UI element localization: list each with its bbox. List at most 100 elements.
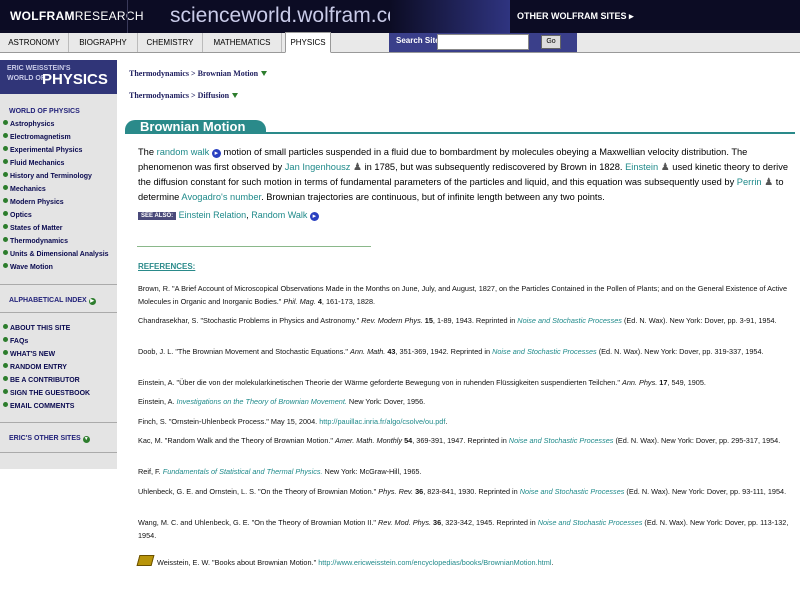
sidebar-link-guestbook[interactable]: SIGN THE GUESTBOOK (3, 389, 90, 397)
search-go-button[interactable]: Go (541, 35, 561, 49)
tab-chemistry[interactable]: CHEMISTRY (138, 33, 203, 52)
ref-text: Chandrasekhar, S. "Stochastic Problems i… (138, 316, 362, 325)
ref-text: Uhlenbeck, G. E. and Ornstein, L. S. "On… (138, 487, 379, 496)
bullet-icon (3, 224, 8, 229)
bullet-icon (3, 198, 8, 203)
tab-mathematics[interactable]: MATHEMATICS (203, 33, 282, 52)
sidebar-link-faqs[interactable]: FAQs (3, 337, 28, 345)
link-einstein-relation[interactable]: Einstein Relation (179, 210, 247, 220)
sidebar-link-label: WHAT'S NEW (10, 351, 56, 358)
search-bar: Search Site Go (389, 33, 577, 52)
ref-book-link[interactable]: Noise and Stochastic Processes (492, 347, 597, 356)
books-reference: Weisstein, E. W. "Books about Brownian M… (136, 555, 793, 570)
ref-text: New York: Dover, 1956. (346, 397, 426, 406)
ref-book-link[interactable]: Noise and Stochastic Processes (538, 518, 643, 527)
ref-journal: Phys. Rev. (378, 487, 414, 496)
ref-journal: Ann. Phys. (621, 378, 658, 387)
wolfram-research-logo[interactable]: WOLFRAMRESEARCH (10, 9, 144, 23)
bullet-icon (3, 237, 8, 242)
reference-item: Brown, R. "A Brief Account of Microscopi… (138, 283, 793, 308)
link-random-walk[interactable]: random walk (157, 147, 210, 157)
sidebar-item-experimental-physics[interactable]: Experimental Physics (3, 146, 82, 154)
other-wolfram-sites-link[interactable]: OTHER WOLFRAM SITES ▸ (517, 11, 634, 22)
breadcrumb-separator: > (189, 91, 198, 100)
sidebar-item-label: Units & Dimensional Analysis (10, 251, 109, 258)
sidebar-link-whats-new[interactable]: WHAT'S NEW (3, 350, 55, 358)
breadcrumb-link[interactable]: Thermodynamics (129, 69, 189, 78)
ref-journal: Ann. Math. (350, 347, 386, 356)
sidebar-item-label: Thermodynamics (10, 238, 68, 245)
arrow-right-icon: ▶ (88, 298, 96, 305)
sidebar-item-astrophysics[interactable]: Astrophysics (3, 120, 54, 128)
sidebar-link-label: ABOUT THIS SITE (10, 325, 71, 332)
bullet-icon (3, 402, 8, 407)
search-input[interactable] (437, 34, 529, 50)
sidebar-item-modern-physics[interactable]: Modern Physics (3, 198, 64, 206)
sidebar-item-units[interactable]: Units & Dimensional Analysis (3, 250, 109, 258)
link-avogadros-number[interactable]: Avogadro's number (181, 192, 261, 202)
sidebar-item-wave-motion[interactable]: Wave Motion (3, 263, 53, 271)
ref-text: (Ed. N. Wax). New York: Dover, pp. 93-11… (624, 487, 787, 496)
sidebar-item-fluid-mechanics[interactable]: Fluid Mechanics (3, 159, 64, 167)
book-icon[interactable] (136, 555, 155, 566)
chevron-down-icon[interactable] (232, 93, 239, 98)
link-perrin[interactable]: Perrin (737, 177, 762, 187)
title-underline (125, 132, 795, 134)
ref-url-link[interactable]: http://pauillac.inria.fr/algo/csolve/ou.… (319, 417, 445, 426)
sidebar-link-label: RANDOM ENTRY (10, 364, 67, 371)
ref-volume: 36 (431, 518, 442, 527)
link-einstein[interactable]: Einstein (625, 162, 658, 172)
breadcrumb-link[interactable]: Diffusion (198, 91, 230, 100)
sidebar-divider (0, 312, 117, 313)
sidebar-blank-area (0, 469, 117, 600)
chevron-down-icon[interactable] (261, 71, 268, 76)
biography-icon[interactable]: ♟ (661, 160, 670, 175)
link-random-walk[interactable]: Random Walk (251, 210, 307, 220)
sidebar-link-random-entry[interactable]: RANDOM ENTRY (3, 363, 67, 371)
sidebar-item-label: Astrophysics (10, 121, 55, 128)
tab-biography[interactable]: BIOGRAPHY (69, 33, 138, 52)
mathworld-icon[interactable]: ▸ (211, 149, 221, 158)
sidebar-link-contributor[interactable]: BE A CONTRIBUTOR (3, 376, 80, 384)
sidebar-item-states-of-matter[interactable]: States of Matter (3, 224, 63, 232)
logo-line2: WORLD OF (7, 75, 46, 82)
ref-url-link[interactable]: http://www.ericweisstein.com/encyclopedi… (318, 558, 551, 567)
banner-divider (127, 0, 128, 33)
mathworld-icon[interactable]: ▸ (309, 212, 319, 221)
sidebar-item-electromagnetism[interactable]: Electromagnetism (3, 133, 71, 141)
ref-book-link[interactable]: Noise and Stochastic Processes (520, 487, 625, 496)
sidebar-item-mechanics[interactable]: Mechanics (3, 185, 46, 193)
reference-item: Chandrasekhar, S. "Stochastic Problems i… (138, 315, 793, 328)
breadcrumb-link[interactable]: Thermodynamics (129, 91, 189, 100)
sidebar-item-thermodynamics[interactable]: Thermodynamics (3, 237, 68, 245)
ref-text: (Ed. N. Wax). New York: Dover, pp. 295-3… (613, 436, 781, 445)
ref-book-link[interactable]: Fundamentals of Statistical and Thermal … (163, 467, 323, 476)
ref-book-link[interactable]: Noise and Stochastic Processes (517, 316, 622, 325)
reference-item: Kac, M. "Random Walk and the Theory of B… (138, 435, 793, 448)
sidebar-link-email[interactable]: EMAIL COMMENTS (3, 402, 74, 410)
ref-text: . (551, 558, 554, 567)
sidebar-link-label: BE A CONTRIBUTOR (10, 377, 80, 384)
sidebar-item-history[interactable]: History and Terminology (3, 172, 92, 180)
site-name[interactable]: scienceworld.wolfram.com (170, 4, 416, 28)
tab-astronomy[interactable]: ASTRONOMY (0, 33, 69, 52)
ref-book-link[interactable]: Investigations on the Theory of Brownian… (177, 397, 347, 406)
bullet-icon (3, 389, 8, 394)
sidebar-link-about[interactable]: ABOUT THIS SITE (3, 324, 70, 332)
body-text: The (138, 147, 157, 157)
sidebar-item-label: Optics (10, 212, 32, 219)
ref-text: . (445, 417, 448, 426)
link-ingenhousz[interactable]: Jan Ingenhousz (285, 162, 351, 172)
world-of-physics-logo[interactable]: ERIC WEISSTEIN'S WORLD OF PHYSICS (0, 60, 117, 94)
ref-book-link[interactable]: Noise and Stochastic Processes (509, 436, 614, 445)
ref-text: Brown, R. "A Brief Account of Microscopi… (138, 284, 788, 306)
breadcrumb-link[interactable]: Brownian Motion (198, 69, 259, 78)
alphabetical-index-link[interactable]: ALPHABETICAL INDEX ▶ (9, 297, 96, 305)
see-also: SEE ALSO: Einstein Relation, Random Walk… (138, 210, 319, 221)
sidebar-item-optics[interactable]: Optics (3, 211, 32, 219)
biography-icon[interactable]: ♟ (764, 175, 773, 190)
erics-other-sites-link[interactable]: ERIC'S OTHER SITES ▼ (9, 435, 90, 443)
tab-physics[interactable]: PHYSICS (285, 32, 331, 53)
biography-icon[interactable]: ♟ (353, 160, 362, 175)
reference-item: Doob, J. L. "The Brownian Movement and S… (138, 346, 793, 359)
